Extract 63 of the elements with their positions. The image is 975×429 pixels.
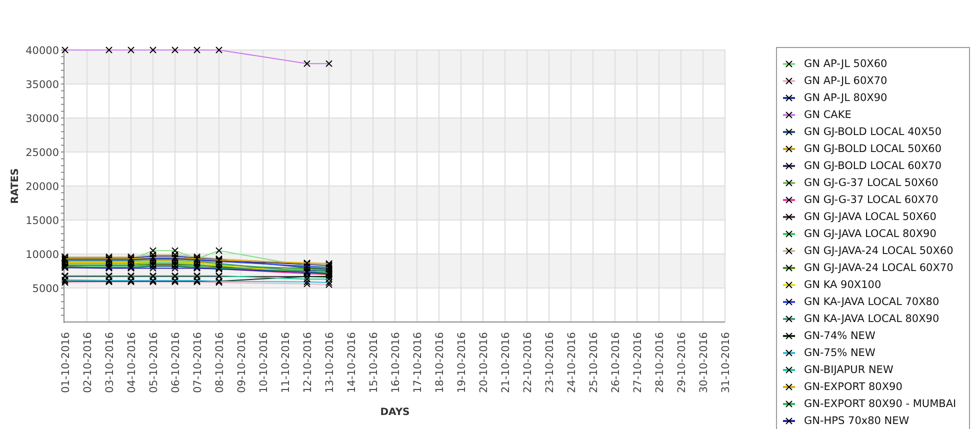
x-tick-label: 11-10-2016 — [280, 332, 292, 394]
x-tick-label: 14-10-2016 — [346, 332, 358, 394]
x-tick-label: 08-10-2016 — [214, 332, 226, 394]
legend-label: GN GJ-BOLD LOCAL 50X60 — [804, 142, 942, 154]
legend-label: GN GJ-G-37 LOCAL 50X60 — [804, 176, 938, 188]
legend-label: GN GJ-JAVA LOCAL 50X60 — [804, 210, 936, 222]
legend-label: GN GJ-JAVA-24 LOCAL 60X70 — [804, 262, 954, 274]
x-tick-label: 20-10-2016 — [478, 332, 490, 394]
x-tick-label: 22-10-2016 — [522, 332, 534, 394]
y-tick-label: 5000 — [32, 283, 59, 295]
x-tick-label: 29-10-2016 — [676, 332, 688, 394]
x-tick-label: 09-10-2016 — [236, 332, 248, 394]
x-tick-label: 07-10-2016 — [192, 332, 204, 394]
x-tick-label: 30-10-2016 — [698, 332, 710, 394]
x-tick-label: 05-10-2016 — [148, 332, 160, 394]
y-tick-label: 25000 — [26, 147, 59, 159]
x-tick-label: 10-10-2016 — [258, 332, 270, 394]
x-tick-label: 23-10-2016 — [544, 332, 556, 394]
x-tick-label: 19-10-2016 — [456, 332, 468, 394]
x-tick-label: 21-10-2016 — [500, 332, 512, 394]
x-tick-label: 31-10-2016 — [720, 332, 732, 394]
y-tick-label: 15000 — [26, 215, 59, 227]
legend-label: GN KA 90X100 — [804, 278, 882, 290]
legend-label: GN GJ-JAVA LOCAL 80X90 — [804, 228, 936, 240]
x-tick-label: 13-10-2016 — [324, 332, 336, 394]
legend-label: GN AP-JL 50X60 — [804, 58, 888, 70]
legend-label: GN-74% NEW — [804, 330, 876, 342]
legend-label: GN-75% NEW — [804, 346, 876, 358]
x-tick-label: 06-10-2016 — [170, 332, 182, 394]
legend-label: GN GJ-BOLD LOCAL 60X70 — [804, 160, 942, 172]
x-tick-label: 16-10-2016 — [390, 332, 402, 394]
x-tick-label: 17-10-2016 — [412, 332, 424, 394]
x-axis-title: DAYS — [380, 407, 410, 418]
x-tick-label: 27-10-2016 — [632, 332, 644, 394]
x-tick-label: 18-10-2016 — [434, 332, 446, 394]
x-tick-label: 15-10-2016 — [368, 332, 380, 394]
legend-label: GN AP-JL 80X90 — [804, 92, 888, 104]
x-tick-label: 01-10-2016 — [60, 332, 72, 394]
x-tick-label: 26-10-2016 — [610, 332, 622, 394]
legend-label: GN-HPS 70x80 NEW — [804, 414, 910, 426]
legend-label: GN-BIJAPUR NEW — [804, 364, 894, 376]
legend-label: GN KA-JAVA LOCAL 80X90 — [804, 312, 940, 324]
legend-label: GN GJ-BOLD LOCAL 40X50 — [804, 126, 942, 138]
x-tick-label: 25-10-2016 — [588, 332, 600, 394]
y-tick-label: 30000 — [26, 113, 59, 125]
legend-label: GN-EXPORT 80X90 - MUMBAI — [804, 398, 956, 410]
x-tick-label: 12-10-2016 — [302, 332, 314, 394]
legend-label: GN GJ-JAVA-24 LOCAL 50X60 — [804, 244, 954, 256]
legend-label: GN CAKE — [804, 108, 852, 120]
x-tick-label: 28-10-2016 — [654, 332, 666, 394]
legend-label: GN-EXPORT 80X90 — [804, 380, 902, 392]
x-tick-label: 24-10-2016 — [566, 332, 578, 394]
y-tick-label: 35000 — [26, 79, 59, 91]
y-tick-label: 20000 — [26, 181, 59, 193]
x-tick-label: 03-10-2016 — [104, 332, 116, 394]
y-tick-label: 40000 — [26, 45, 59, 57]
y-axis-title: RATES — [10, 168, 21, 204]
x-tick-label: 02-10-2016 — [82, 332, 94, 394]
x-tick-label: 04-10-2016 — [126, 332, 138, 394]
legend-label: GN KA-JAVA LOCAL 70X80 — [804, 296, 940, 308]
y-tick-label: 10000 — [26, 249, 59, 261]
legend-label: GN GJ-G-37 LOCAL 60X70 — [804, 194, 938, 206]
legend-label: GN AP-JL 60X70 — [804, 74, 888, 86]
